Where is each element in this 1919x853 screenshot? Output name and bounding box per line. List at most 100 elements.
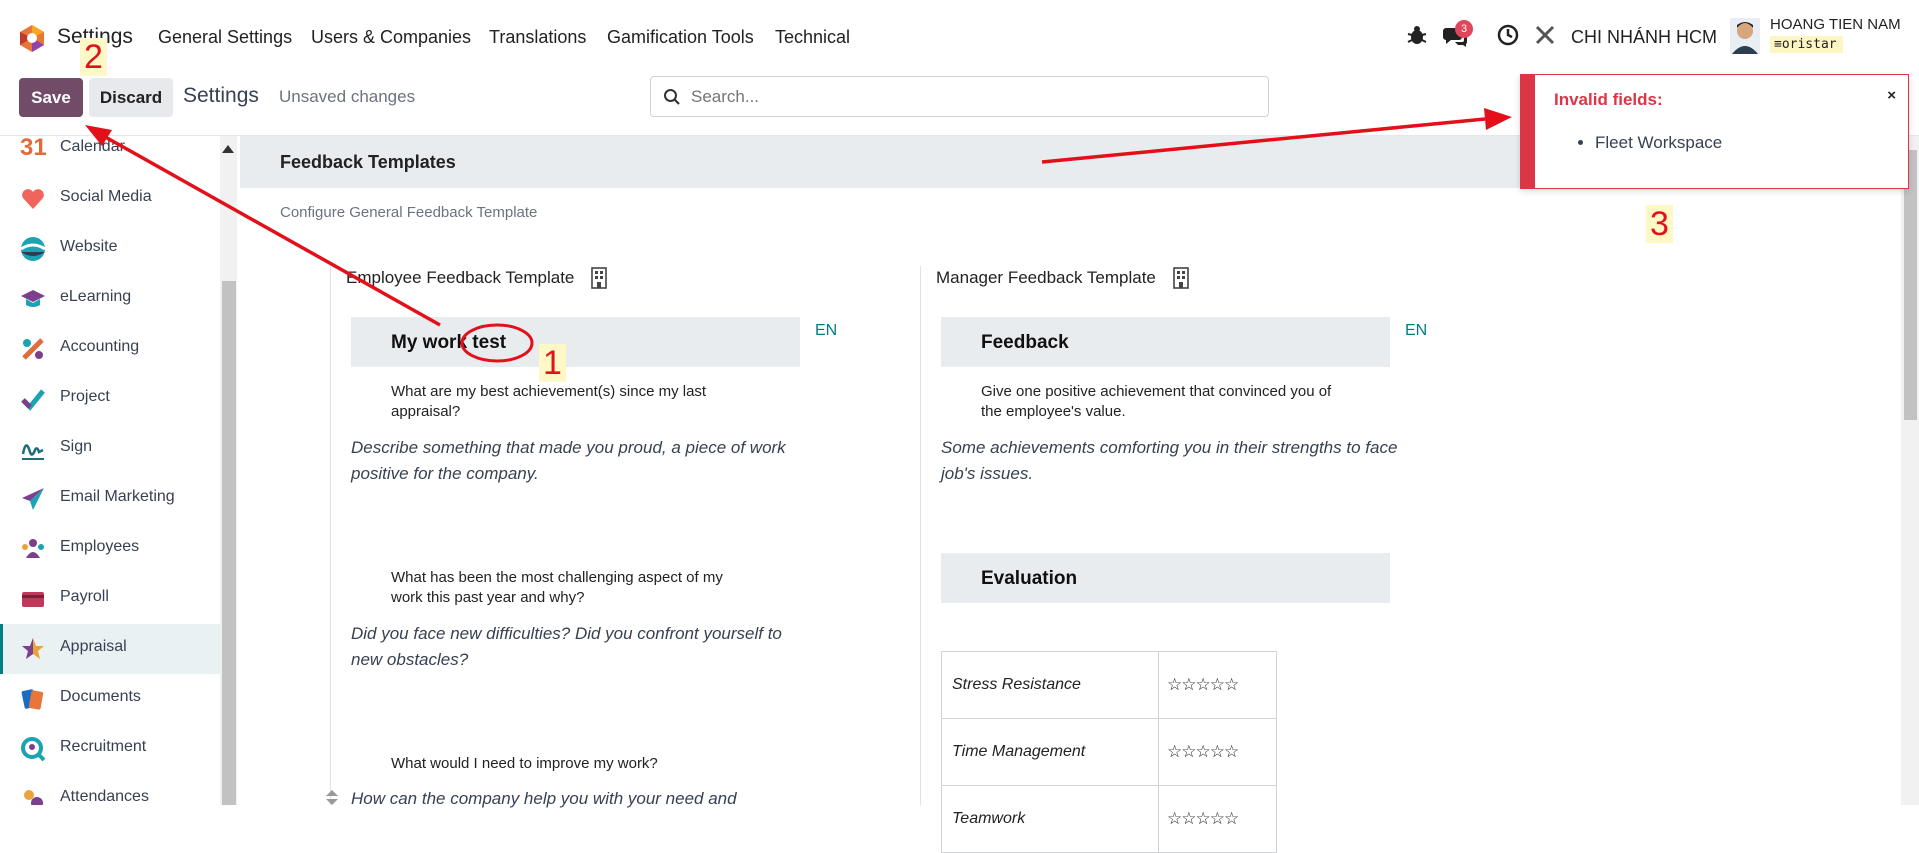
- sidebar-item-elearning[interactable]: eLearning: [0, 274, 220, 324]
- employee-answer-2[interactable]: Did you face new difficulties? Did you c…: [351, 621, 811, 673]
- sidebar-item-label: Accounting: [60, 338, 140, 355]
- evaluation-criterion[interactable]: Time Management: [941, 718, 1159, 786]
- tools-icon[interactable]: [1534, 24, 1556, 46]
- evaluation-heading[interactable]: Evaluation: [941, 553, 1390, 603]
- elearning-icon: [21, 290, 45, 307]
- sidebar-item-recruitment[interactable]: Recruitment: [0, 724, 220, 774]
- resize-handle-icon[interactable]: [326, 790, 338, 805]
- database-name: ≡oristar: [1770, 36, 1843, 53]
- sidebar-item-label: Payroll: [60, 588, 109, 605]
- sidebar-item-label: Email Marketing: [60, 488, 175, 505]
- language-toggle-employee[interactable]: EN: [815, 322, 837, 340]
- evaluation-criterion[interactable]: Stress Resistance: [941, 651, 1159, 719]
- sidebar-item-appraisal[interactable]: Appraisal: [0, 624, 220, 674]
- employee-answer-1[interactable]: Describe something that made you proud, …: [351, 435, 811, 487]
- user-name[interactable]: HOANG TIEN NAM: [1770, 16, 1901, 33]
- sidebar-item-email-marketing[interactable]: Email Marketing: [0, 474, 220, 524]
- employee-question-2[interactable]: What has been the most challenging aspec…: [391, 568, 751, 608]
- employee-answer-3[interactable]: How can the company help you with your n…: [351, 786, 811, 812]
- sidebar-scrollbar-thumb[interactable]: [222, 281, 236, 805]
- sidebar-item-label: Calendar: [60, 138, 125, 155]
- sidebar-item-employees[interactable]: Employees: [0, 524, 220, 574]
- employee-template-title: Employee Feedback Template: [346, 268, 575, 287]
- employee-question-3[interactable]: What would I need to improve my work?: [391, 754, 751, 774]
- database-label: oristar: [1781, 37, 1837, 52]
- project-icon: [21, 389, 45, 411]
- menu-translations[interactable]: Translations: [489, 27, 586, 48]
- odoo-apps-icon[interactable]: [18, 24, 46, 52]
- company-building-icon: [591, 267, 607, 289]
- attendances-icon: [24, 790, 43, 805]
- language-toggle-manager[interactable]: EN: [1405, 322, 1427, 340]
- breadcrumb-title: Settings: [183, 84, 259, 107]
- employees-icon: [22, 539, 44, 558]
- employee-question-1[interactable]: What are my best achievement(s) since my…: [391, 382, 751, 422]
- scroll-up-arrow-icon[interactable]: [222, 145, 234, 153]
- manager-template-title: Manager Feedback Template: [936, 268, 1156, 287]
- table-row: Time Management ☆☆☆☆☆: [941, 718, 1277, 786]
- manager-template-heading-text[interactable]: Feedback: [981, 332, 1069, 354]
- social-media-icon: [22, 189, 44, 209]
- sidebar-item-accounting[interactable]: Accounting: [0, 324, 220, 374]
- sidebar-item-attendances[interactable]: Attendances: [0, 774, 220, 805]
- main-scrollbar-thumb[interactable]: [1904, 150, 1917, 420]
- sidebar-item-label: Social Media: [60, 188, 152, 205]
- sidebar-item-label: Project: [60, 388, 110, 405]
- section-title: Feedback Templates: [280, 152, 456, 172]
- column-divider-middle: [920, 266, 921, 805]
- settings-app-sidebar: 31 Calendar Social Media Website eLearni…: [0, 136, 220, 805]
- sidebar-item-label: Documents: [60, 688, 141, 705]
- sidebar-item-sign[interactable]: Sign: [0, 424, 220, 474]
- menu-general-settings[interactable]: General Settings: [158, 27, 292, 48]
- notification-title: Invalid fields:: [1554, 90, 1663, 109]
- evaluation-heading-text[interactable]: Evaluation: [981, 568, 1077, 590]
- star-rating[interactable]: ☆☆☆☆☆: [1158, 718, 1277, 786]
- column-divider-left: [330, 266, 331, 805]
- search-input[interactable]: [691, 85, 1251, 109]
- company-switcher[interactable]: CHI NHÁNH HCM: [1571, 27, 1717, 48]
- sidebar-item-website[interactable]: Website: [0, 224, 220, 274]
- sidebar-item-label: eLearning: [60, 288, 132, 305]
- section-subtitle: Configure General Feedback Template: [280, 204, 538, 221]
- invalid-field-item: Fleet Workspace: [1595, 133, 1722, 153]
- sidebar-item-payroll[interactable]: Payroll: [0, 574, 220, 624]
- sidebar-item-label: Recruitment: [60, 738, 147, 755]
- discard-button[interactable]: Discard: [89, 78, 173, 117]
- manager-template-heading[interactable]: Feedback: [941, 317, 1390, 367]
- employee-template-heading-text[interactable]: My work test: [391, 332, 506, 354]
- employee-template-heading[interactable]: My work test: [351, 317, 800, 367]
- annotation-number-3: 3: [1646, 205, 1673, 243]
- sidebar-item-social-media[interactable]: Social Media: [0, 174, 220, 224]
- documents-icon: [21, 689, 44, 710]
- close-icon[interactable]: ×: [1887, 87, 1896, 104]
- sidebar-item-label: Appraisal: [60, 638, 127, 655]
- table-row: Teamwork ☆☆☆☆☆: [941, 785, 1277, 853]
- star-rating[interactable]: ☆☆☆☆☆: [1158, 785, 1277, 853]
- manager-answer-1[interactable]: Some achievements comforting you in thei…: [941, 435, 1401, 487]
- annotation-number-1: 1: [539, 344, 566, 382]
- sidebar-item-label: Website: [60, 238, 118, 255]
- sidebar-item-project[interactable]: Project: [0, 374, 220, 424]
- email-marketing-icon: [22, 488, 44, 510]
- user-avatar[interactable]: [1730, 18, 1760, 54]
- menu-users-companies[interactable]: Users & Companies: [311, 27, 471, 48]
- save-button[interactable]: Save: [19, 78, 83, 117]
- invalid-fields-notification: Invalid fields: × Fleet Workspace: [1520, 74, 1909, 189]
- evaluation-table: Stress Resistance ☆☆☆☆☆ Time Management …: [941, 651, 1277, 853]
- manager-question-1[interactable]: Give one positive achievement that convi…: [981, 382, 1341, 422]
- search-icon: [664, 89, 680, 105]
- sidebar-item-calendar[interactable]: 31 Calendar: [0, 136, 220, 174]
- website-icon: [20, 237, 46, 261]
- search-box[interactable]: [650, 76, 1269, 117]
- activity-clock-icon[interactable]: [1497, 24, 1519, 46]
- star-rating[interactable]: ☆☆☆☆☆: [1158, 651, 1277, 719]
- menu-technical[interactable]: Technical: [775, 27, 850, 48]
- debug-bug-icon[interactable]: [1406, 24, 1428, 46]
- annotation-number-2: 2: [80, 38, 107, 76]
- sidebar-item-label: Attendances: [60, 788, 149, 805]
- menu-gamification-tools[interactable]: Gamification Tools: [607, 27, 754, 48]
- sidebar-item-documents[interactable]: Documents: [0, 674, 220, 724]
- sidebar-item-label: Employees: [60, 538, 140, 555]
- evaluation-criterion[interactable]: Teamwork: [941, 785, 1159, 853]
- recruitment-icon: [21, 737, 46, 762]
